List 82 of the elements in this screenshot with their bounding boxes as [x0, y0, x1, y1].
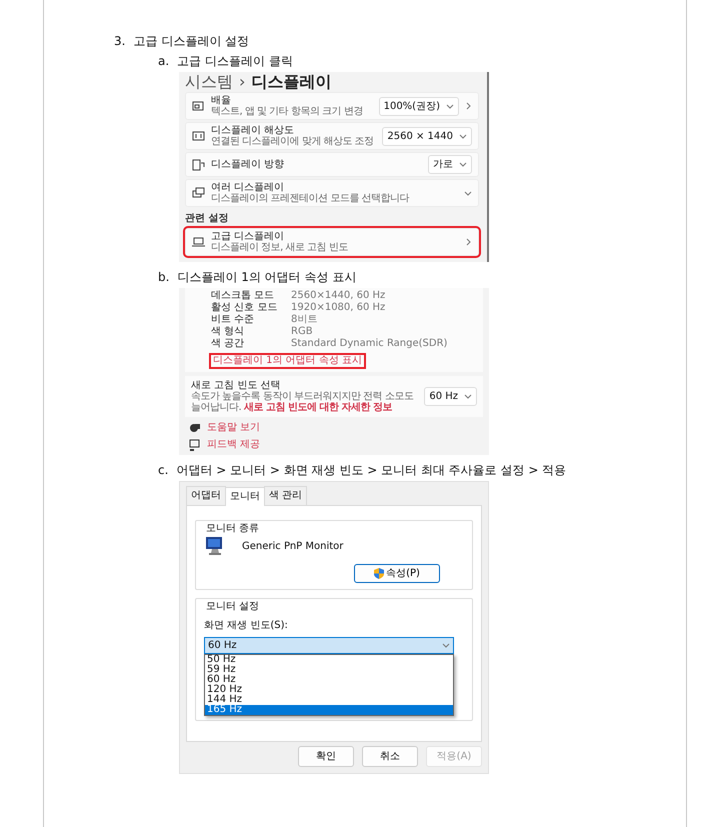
step-number: 3.	[114, 33, 126, 50]
more-info-link[interactable]: 새로 고침 빈도에 대한 자세한 정보	[244, 402, 392, 413]
tab[interactable]: 모니터	[225, 487, 265, 506]
setting-description: 디스플레이 정보, 새로 고침 빈도	[211, 242, 349, 253]
setting-description: 속도가 높을수록 동작이 부드러워지지만 전력 소모도 늘어납니다. 새로 고침 빈도에 대한 자세한 정보	[191, 391, 414, 413]
setting-title: 디스플레이 방향	[211, 159, 286, 170]
dropdown-value: 100%(권장)	[384, 100, 440, 114]
setting-title: 여러 디스플레이	[211, 182, 286, 193]
dialog-button[interactable]: 확인	[298, 746, 354, 767]
chevron-down-icon	[446, 102, 454, 110]
chevron-down-icon	[459, 161, 467, 168]
dropdown-option[interactable]: 120 Hz	[205, 685, 453, 695]
property-value: Standard Dynamic Range(SDR)	[291, 338, 448, 350]
breadcrumb-link[interactable]: 시스템	[185, 72, 233, 92]
dropdown-value: 가로	[433, 158, 453, 172]
help-link[interactable]: 피드백 제공	[207, 438, 260, 451]
setting-description: 텍스트, 앱 및 기타 항목의 크기 변경	[211, 106, 364, 117]
property-label: 데스크톱 모드	[211, 290, 276, 302]
properties-button[interactable]: 속성(P)	[354, 564, 440, 583]
setting-description: 연결된 디스플레이에 맞게 해상도 조정	[211, 136, 375, 147]
feedback-icon	[189, 438, 201, 450]
dropdown-option[interactable]: 60 Hz	[205, 675, 453, 685]
dropdown-value: 60 Hz	[429, 390, 458, 404]
property-value: 2560×1440, 60 Hz	[291, 290, 386, 302]
property-value: RGB	[291, 326, 313, 338]
chevron-down-icon	[459, 132, 467, 140]
property-label: 색 공간	[211, 338, 246, 350]
adapter-properties-link[interactable]: 디스플레이 1의 어댑터 속성 표시	[211, 355, 364, 367]
resolution-icon	[192, 130, 205, 142]
section-heading: 관련 설정	[185, 212, 230, 226]
dropdown-option[interactable]: 144 Hz	[205, 695, 453, 705]
property-label: 색 형식	[211, 326, 246, 338]
setting-title: 디스플레이 해상도	[211, 125, 296, 136]
setting-row[interactable]: 여러 디스플레이 디스플레이의 프레젠테이션 모드를 선택합니다	[185, 179, 479, 207]
property-value: 1920×1080, 60 Hz	[291, 302, 386, 314]
tab[interactable]: 어댑터	[186, 486, 226, 505]
field-label: 화면 재생 빈도(S):	[204, 619, 289, 633]
dropdown-option[interactable]: 59 Hz	[205, 665, 453, 675]
setting-row[interactable]: 디스플레이 방향 가로	[185, 152, 479, 177]
shield-icon	[374, 568, 384, 579]
dropdown[interactable]: 60 Hz	[424, 387, 477, 406]
substep-letter: b.	[158, 269, 170, 286]
breadcrumb-separator: ›	[239, 72, 246, 92]
dialog-button[interactable]: 취소	[362, 746, 418, 767]
setting-row[interactable]: 배율 텍스트, 앱 및 기타 항목의 크기 변경 100%(권장)	[185, 92, 479, 120]
help-link[interactable]: 도움말 보기	[207, 421, 260, 434]
scale-icon	[192, 100, 205, 112]
dropdown-value: 2560 × 1440	[387, 130, 453, 144]
setting-row[interactable]: 디스플레이 해상도 연결된 디스플레이에 맞게 해상도 조정 2560 × 1440	[185, 122, 479, 150]
dropdown[interactable]: 2560 × 1440	[382, 126, 472, 146]
dropdown[interactable]: 100%(권장)	[378, 96, 459, 116]
substep-text: 고급 디스플레이 클릭	[177, 53, 293, 70]
multiple-displays-icon	[192, 187, 205, 199]
setting-title: 배율	[211, 95, 232, 106]
monitor-name: Generic PnP Monitor	[242, 540, 344, 554]
setting-row[interactable]: 고급 디스플레이 디스플레이 정보, 새로 고침 빈도	[185, 228, 479, 256]
substep-text: 디스플레이 1의 어댑터 속성 표시	[177, 269, 356, 286]
chevron-right-icon	[465, 102, 472, 110]
substep-letter: c.	[158, 462, 168, 479]
refresh-rate-dropdown[interactable]: 60 Hz	[204, 637, 454, 654]
dialog-button: 적용(A)	[426, 746, 482, 767]
chevron-right-icon	[465, 238, 472, 246]
tab[interactable]: 색 관리	[264, 486, 308, 505]
orientation-icon	[192, 158, 205, 170]
setting-title: 새로 고침 빈도 선택	[191, 380, 282, 391]
chevron-down-icon	[442, 642, 450, 649]
setting-description: 디스플레이의 프레젠테이션 모드를 선택합니다	[211, 193, 410, 204]
setting-title: 고급 디스플레이	[211, 231, 286, 242]
chevron-down-icon	[464, 393, 472, 400]
dropdown-value: 60 Hz	[208, 639, 237, 653]
chevron-down-icon	[464, 190, 472, 196]
substep-text: 어댑터 > 모니터 > 화면 재생 빈도 > 모니터 최대 주사율로 설정 > 적용	[176, 462, 566, 479]
dropdown[interactable]: 가로	[428, 155, 472, 174]
substep-letter: a.	[158, 53, 170, 70]
laptop-icon	[192, 237, 205, 247]
step-title: 고급 디스플레이 설정	[133, 33, 250, 50]
page-title: 디스플레이	[251, 72, 332, 92]
dropdown-option[interactable]: 50 Hz	[205, 655, 453, 665]
property-label: 활성 신호 모드	[211, 302, 278, 314]
property-value: 8비트	[291, 314, 318, 326]
property-label: 비트 수준	[211, 314, 256, 326]
dropdown-option[interactable]: 165 Hz	[205, 705, 453, 715]
